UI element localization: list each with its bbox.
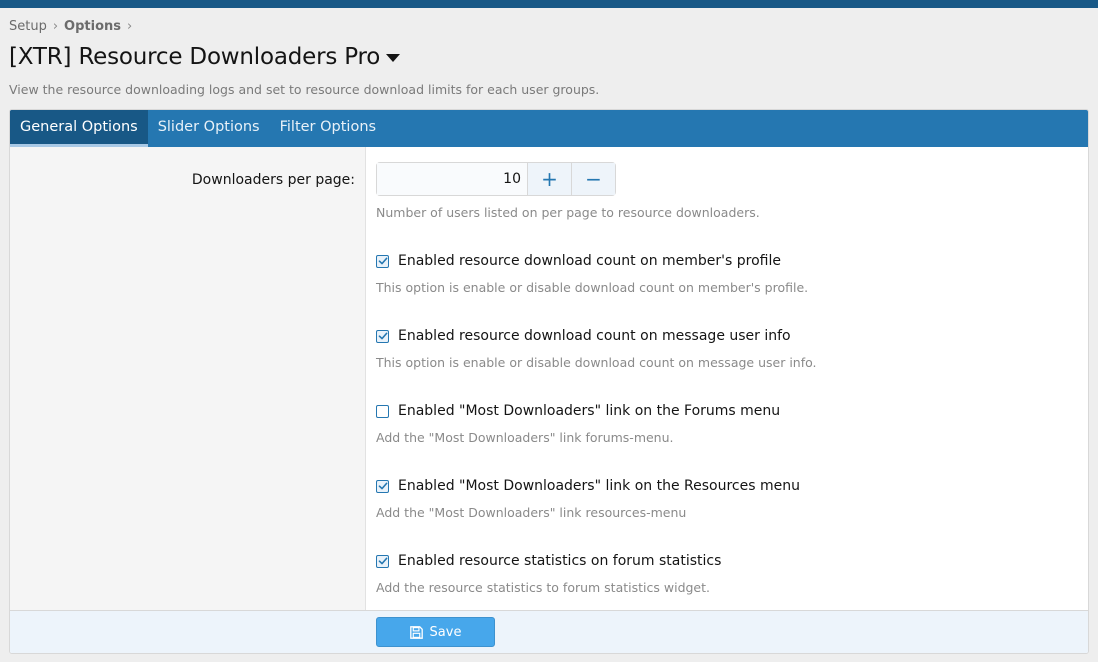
minus-icon: − xyxy=(585,167,602,191)
chevron-right-icon: › xyxy=(127,19,133,34)
page-description: View the resource downloading logs and s… xyxy=(9,82,600,97)
tab-slider-options[interactable]: Slider Options xyxy=(148,110,270,147)
decrement-button[interactable]: − xyxy=(571,163,615,195)
option-checkbox[interactable] xyxy=(376,404,389,418)
option-member-profile[interactable]: Enabled resource download count on membe… xyxy=(376,253,781,269)
options-block: General Options Slider Options Filter Op… xyxy=(9,109,1089,654)
page-title[interactable]: [XTR] Resource Downloaders Pro xyxy=(9,44,401,70)
top-bar xyxy=(0,0,1098,8)
option-checkbox[interactable] xyxy=(376,254,389,268)
caret-down-icon[interactable] xyxy=(386,54,401,62)
check-icon xyxy=(378,482,387,490)
option-hint: Add the resource statistics to forum sta… xyxy=(376,580,710,595)
option-hint: This option is enable or disable downloa… xyxy=(376,280,809,295)
option-hint: Add the "Most Downloaders" link resource… xyxy=(376,505,687,520)
increment-button[interactable]: + xyxy=(527,163,571,195)
downloaders-per-page-input[interactable]: 10 xyxy=(377,163,527,195)
form-footer: Save xyxy=(10,610,1088,653)
chevron-right-icon: › xyxy=(52,19,59,34)
downloaders-per-page-hint: Number of users listed on per page to re… xyxy=(376,205,760,220)
option-message-user-info[interactable]: Enabled resource download count on messa… xyxy=(376,328,791,344)
breadcrumb-item-options[interactable]: Options xyxy=(64,19,121,34)
option-resources-menu-link[interactable]: Enabled "Most Downloaders" link on the R… xyxy=(376,478,800,494)
tab-filter-options[interactable]: Filter Options xyxy=(270,110,386,147)
check-icon xyxy=(378,332,387,340)
option-label: Enabled resource download count on membe… xyxy=(398,253,781,269)
option-forums-menu-link[interactable]: Enabled "Most Downloaders" link on the F… xyxy=(376,403,780,419)
tab-bar: General Options Slider Options Filter Op… xyxy=(10,110,1088,147)
label-column: Downloaders per page: xyxy=(10,147,366,610)
option-label: Enabled "Most Downloaders" link on the F… xyxy=(398,403,781,419)
option-forum-statistics[interactable]: Enabled resource statistics on forum sta… xyxy=(376,553,721,569)
breadcrumb-item-setup[interactable]: Setup xyxy=(9,19,47,34)
option-checkbox[interactable] xyxy=(376,479,389,493)
downloaders-per-page-label: Downloaders per page: xyxy=(191,172,355,188)
breadcrumb: Setup › Options › xyxy=(9,19,138,34)
tab-general-options[interactable]: General Options xyxy=(10,110,148,147)
option-label: Enabled resource download count on messa… xyxy=(398,328,791,344)
option-checkbox[interactable] xyxy=(376,554,389,568)
option-checkbox[interactable] xyxy=(376,329,389,343)
option-label: Enabled resource statistics on forum sta… xyxy=(398,553,722,569)
check-icon xyxy=(378,257,387,265)
option-hint: This option is enable or disable downloa… xyxy=(376,355,817,370)
check-icon xyxy=(378,557,387,565)
save-icon xyxy=(409,625,423,639)
downloaders-per-page-stepper: 10 + − xyxy=(376,162,616,196)
option-label: Enabled "Most Downloaders" link on the R… xyxy=(398,478,800,494)
save-button[interactable]: Save xyxy=(376,617,495,647)
options-body: Downloaders per page: 10 + − Number of u… xyxy=(10,147,1088,610)
plus-icon: + xyxy=(541,167,558,191)
page-title-text: [XTR] Resource Downloaders Pro xyxy=(9,44,381,70)
save-label: Save xyxy=(429,624,462,640)
option-hint: Add the "Most Downloaders" link forums-m… xyxy=(376,430,674,445)
